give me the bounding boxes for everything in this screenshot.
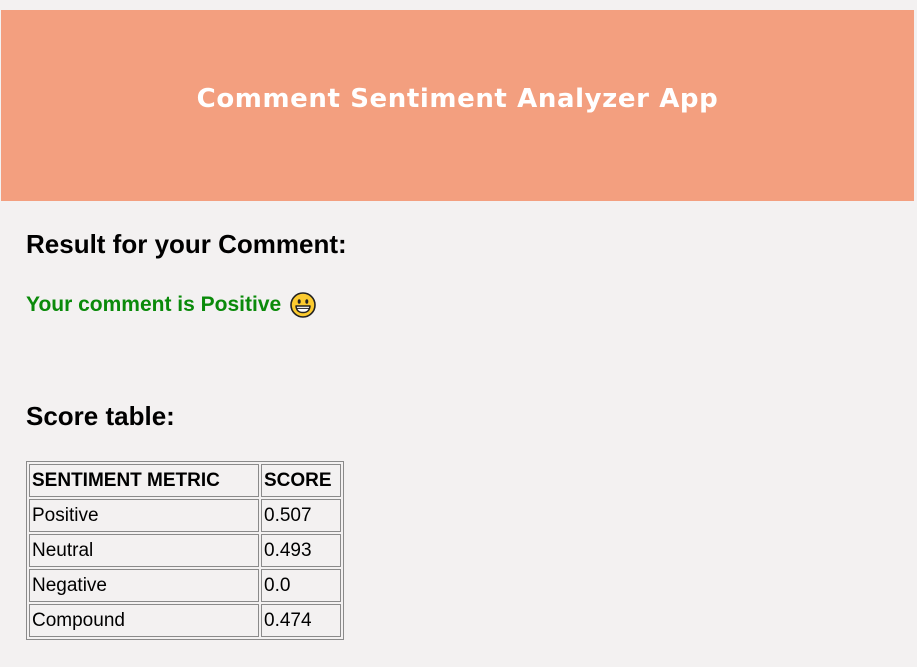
metric-cell: Negative: [29, 569, 259, 602]
result-heading: Result for your Comment:: [26, 229, 347, 259]
score-table: SENTIMENT METRIC SCORE Positive 0.507 Ne…: [26, 461, 344, 640]
app-header: Comment Sentiment Analyzer App: [1, 10, 914, 201]
metric-cell: Positive: [29, 499, 259, 532]
column-header-metric: SENTIMENT METRIC: [29, 464, 259, 497]
table-row: Neutral 0.493: [29, 534, 341, 567]
table-row: Negative 0.0: [29, 569, 341, 602]
score-cell: 0.474: [261, 604, 341, 637]
app-title: Comment Sentiment Analyzer App: [196, 84, 719, 114]
sentiment-result: Your comment is Positive: [26, 292, 316, 318]
score-table-heading: Score table:: [26, 401, 175, 431]
grinning-face-icon: [290, 292, 316, 318]
table-header-row: SENTIMENT METRIC SCORE: [29, 464, 341, 497]
score-cell: 0.493: [261, 534, 341, 567]
metric-cell: Compound: [29, 604, 259, 637]
table-row: Compound 0.474: [29, 604, 341, 637]
column-header-score: SCORE: [261, 464, 341, 497]
score-cell: 0.507: [261, 499, 341, 532]
table-row: Positive 0.507: [29, 499, 341, 532]
metric-cell: Neutral: [29, 534, 259, 567]
score-cell: 0.0: [261, 569, 341, 602]
sentiment-result-text: Your comment is Positive: [26, 293, 282, 316]
